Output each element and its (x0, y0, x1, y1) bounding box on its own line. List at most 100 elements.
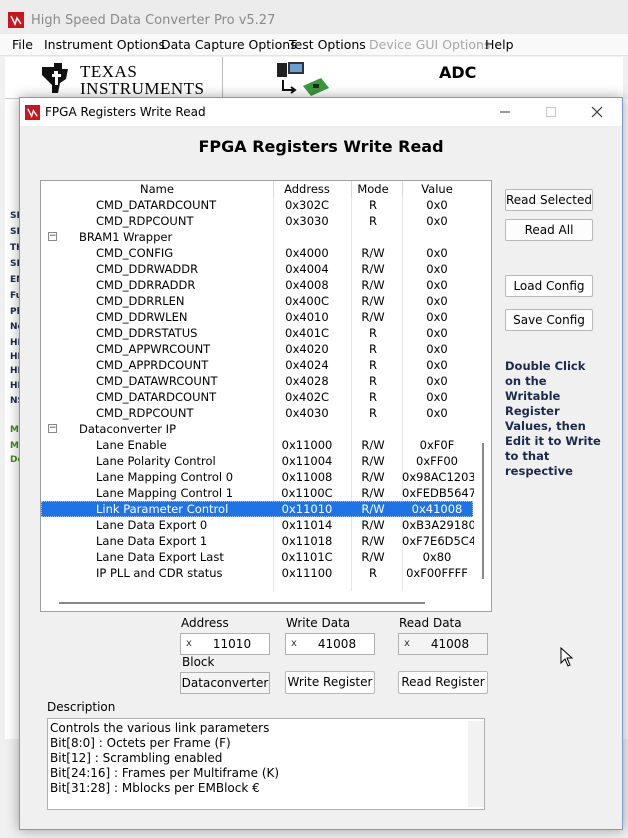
vertical-scrollbar[interactable] (474, 181, 491, 591)
cell-address: 0x1100C (281, 486, 333, 500)
table-row[interactable]: CMD_DATAWRCOUNT 0x4028 R 0x0 (41, 373, 473, 389)
table-row[interactable]: CMD_DDRWADDR 0x4004 R/W 0x0 (41, 261, 473, 277)
description-line: Controls the various link parameters (50, 721, 270, 735)
dialog-heading: FPGA Registers Write Read (198, 137, 444, 156)
minimize-icon[interactable] (482, 98, 528, 126)
table-row[interactable]: Lane Data Export Last 0x1101C R/W 0x80 (41, 549, 473, 565)
table-row[interactable]: Link Parameter Control 0x11010 R/W 0x41008 (41, 501, 473, 517)
maximize-icon (528, 98, 574, 126)
address-label: Address (181, 616, 229, 630)
collapse-icon[interactable]: − (48, 232, 57, 241)
horizontal-scrollbar[interactable] (41, 591, 491, 611)
column-header-name[interactable]: Name (41, 182, 273, 196)
save-config-button[interactable]: Save Config (505, 309, 593, 331)
cell-value[interactable]: 0xFF00 (402, 454, 472, 468)
cell-mode: R (369, 374, 377, 388)
cell-value[interactable]: 0x0 (402, 310, 472, 324)
cell-value[interactable]: 0xF0F (402, 438, 472, 452)
column-header-mode[interactable]: Mode (351, 182, 395, 196)
description-scrollbar[interactable] (468, 721, 484, 807)
write-register-button[interactable]: Write Register (285, 671, 375, 694)
banner: Texas Instruments ADC (5, 57, 623, 99)
table-row[interactable]: Lane Data Export 1 0x11018 R/W 0xF7E6D5C4 (41, 533, 476, 549)
cell-value[interactable]: 0xF7E6D5C4 (402, 534, 476, 548)
hex-prefix: x (404, 638, 410, 649)
cell-mode: R (369, 342, 377, 356)
table-row[interactable]: CMD_DATARDCOUNT 0x302C R 0x0 (41, 197, 473, 213)
table-row[interactable]: CMD_DDRSTATUS 0x401C R 0x0 (41, 325, 473, 341)
table-row[interactable]: Lane Mapping Control 1 0x1100C R/W 0xFEDB56… (41, 485, 476, 501)
cell-address: 0x4000 (285, 246, 329, 260)
cell-value[interactable]: 0xFEDB5647 (402, 486, 476, 500)
table-row[interactable]: Lane Data Export 0 0x11014 R/W 0xB3A29180 (41, 517, 476, 533)
menu-test-options[interactable]: Test Options (289, 37, 366, 52)
table-row[interactable]: CMD_APPRDCOUNT 0x4024 R 0x0 (41, 357, 473, 373)
cell-value[interactable]: 0x0 (402, 278, 472, 292)
table-row[interactable]: CMD_DDRRADDR 0x4008 R/W 0x0 (41, 277, 473, 293)
read-register-button[interactable]: Read Register (398, 671, 488, 694)
cell-value: 0x0 (426, 326, 448, 340)
read-selected-button[interactable]: Read Selected (505, 189, 593, 211)
table-row[interactable]: Lane Polarity Control 0x11004 R/W 0xFF00 (41, 453, 473, 469)
device-label: ADC (439, 63, 477, 82)
table-row[interactable]: CMD_APPWRCOUNT 0x4020 R 0x0 (41, 341, 473, 357)
cell-address: 0x4004 (285, 262, 329, 276)
read-data-field: x 41008 (398, 633, 488, 655)
cell-value[interactable]: 0x80 (402, 550, 472, 564)
tree-group-row[interactable]: − BRAM1 Wrapper (41, 229, 473, 245)
table-row[interactable]: CMD_DDRRLEN 0x400C R/W 0x0 (41, 293, 473, 309)
read-data-value: 41008 (430, 637, 470, 651)
address-input[interactable]: x 11010 (180, 633, 270, 655)
cell-address: 0x11000 (281, 438, 333, 452)
tree-group-row[interactable]: − Dataconverter IP (41, 421, 473, 437)
menu-instrument-options[interactable]: Instrument Options (44, 37, 165, 52)
dialog-title: FPGA Registers Write Read (45, 105, 206, 119)
table-row[interactable]: CMD_DATARDCOUNT 0x402C R 0x0 (41, 389, 473, 405)
close-icon[interactable] (574, 98, 620, 126)
cell-address: 0x11100 (281, 566, 333, 580)
cell-name: Lane Polarity Control (96, 454, 216, 468)
cell-name: Lane Data Export 1 (96, 534, 208, 548)
menu-data-capture-options[interactable]: Data Capture Options (161, 37, 297, 52)
table-row[interactable]: CMD_RDPCOUNT 0x3030 R 0x0 (41, 213, 473, 229)
column-header-value[interactable]: Value (402, 182, 472, 196)
collapse-icon[interactable]: − (48, 424, 57, 433)
description-line: Bit[31:28] : Mblocks per EMBlock € (50, 781, 260, 795)
cell-address: 0x4010 (285, 310, 329, 324)
cell-name: CMD_DATAWRCOUNT (96, 374, 218, 388)
read-all-button[interactable]: Read All (505, 219, 593, 241)
description-box[interactable]: Controls the various link parameters Bit[… (47, 718, 485, 810)
cell-name: Lane Mapping Control 1 (96, 486, 234, 500)
cell-value[interactable]: 0x0 (402, 246, 472, 260)
left-panel-tag: M (10, 425, 19, 435)
table-row[interactable]: Lane Enable 0x11000 R/W 0xF0F (41, 437, 473, 453)
cell-mode: R (369, 406, 377, 420)
write-data-input[interactable]: x 41008 (285, 633, 375, 655)
mouse-cursor-icon (560, 646, 574, 667)
focus-rect (41, 501, 473, 517)
table-row[interactable]: IP PLL and CDR status 0x11100 R 0xF00FFFF (41, 565, 473, 581)
cell-name: CMD_DDRWLEN (96, 310, 188, 324)
register-table[interactable]: Name Address Mode Value CMD_DATARDCOUNT 0… (40, 180, 492, 612)
cell-value[interactable]: 0x0 (402, 262, 472, 276)
table-row[interactable]: CMD_RDPCOUNT 0x4030 R 0x0 (41, 405, 473, 421)
cell-value: 0x0 (426, 342, 448, 356)
cell-name: BRAM1 Wrapper (79, 230, 173, 244)
table-row[interactable]: Lane Mapping Control 0 0x11008 R/W 0x98AC12… (41, 469, 476, 485)
menu-file[interactable]: File (12, 37, 33, 52)
cell-mode: R (369, 198, 377, 212)
column-header-address[interactable]: Address (273, 182, 341, 196)
scrollbar-thumb[interactable] (482, 443, 484, 579)
cell-mode: R/W (361, 310, 385, 324)
scrollbar-thumb[interactable] (59, 602, 425, 604)
ti-state-icon (42, 63, 68, 93)
cell-address: 0x1101C (281, 550, 333, 564)
table-row[interactable]: CMD_CONFIG 0x4000 R/W 0x0 (41, 245, 473, 261)
cell-name: CMD_APPRDCOUNT (96, 358, 209, 372)
cell-value[interactable]: 0xB3A29180 (402, 518, 476, 532)
table-row[interactable]: CMD_DDRWLEN 0x4010 R/W 0x0 (41, 309, 473, 325)
menu-help[interactable]: Help (485, 37, 514, 52)
load-config-button[interactable]: Load Config (505, 275, 593, 297)
cell-value[interactable]: 0x0 (402, 294, 472, 308)
cell-value[interactable]: 0x98AC1203 (402, 470, 476, 484)
